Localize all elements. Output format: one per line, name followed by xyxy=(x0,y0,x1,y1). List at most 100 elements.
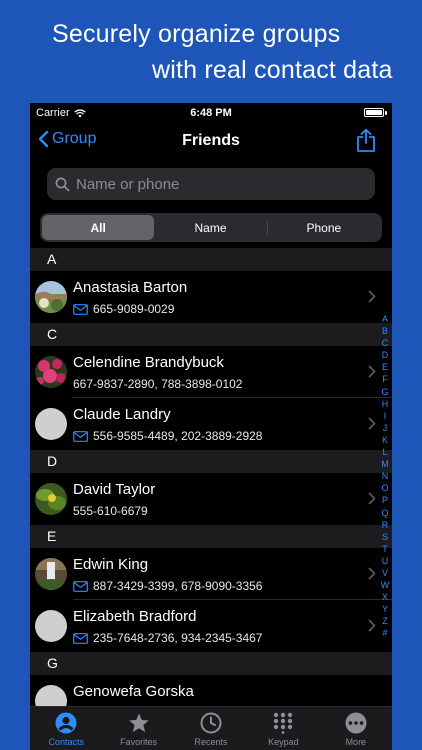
section-header-g: G xyxy=(30,652,392,675)
index-letter[interactable]: Y xyxy=(382,603,388,615)
mail-icon xyxy=(73,580,88,592)
contact-name: Edwin King xyxy=(73,556,149,573)
tab-favorites[interactable]: Favorites xyxy=(102,707,174,750)
tab-recents[interactable]: Recents xyxy=(175,707,247,750)
index-letter[interactable]: A xyxy=(382,313,388,325)
tab-bar: Contacts Favorites Recents Keypad More xyxy=(30,706,392,750)
mail-icon xyxy=(73,430,88,442)
contact-detail: 665-9089-0029 xyxy=(73,302,174,316)
contact-name: Anastasia Barton xyxy=(73,279,188,296)
tab-keypad[interactable]: Keypad xyxy=(247,707,319,750)
chevron-right-icon xyxy=(368,492,376,505)
chevron-right-icon xyxy=(368,290,376,303)
contact-row[interactable]: Elizabeth Bradford 235-7648-2736, 934-23… xyxy=(30,600,392,652)
chevron-right-icon xyxy=(368,619,376,632)
index-letter[interactable]: Q xyxy=(381,507,388,519)
filter-segmented-control: All Name Phone xyxy=(40,213,382,242)
index-letter[interactable]: G xyxy=(381,386,388,398)
index-letter[interactable]: P xyxy=(382,494,388,506)
promo-banner: Securely organize groups with real conta… xyxy=(0,0,422,100)
navigation-bar: Group Friends xyxy=(30,125,392,157)
contact-name: Claude Landry xyxy=(73,406,171,423)
share-button[interactable] xyxy=(356,128,376,157)
segment-all[interactable]: All xyxy=(42,215,155,240)
index-letter[interactable]: R xyxy=(382,519,389,531)
contact-list: A Anastasia Barton 665-9089-0029 C Celen… xyxy=(30,248,392,727)
avatar xyxy=(35,356,67,388)
index-letter[interactable]: X xyxy=(382,591,388,603)
tab-label: More xyxy=(345,737,367,747)
contact-detail: 887-3429-3399, 678-9090-3356 xyxy=(73,579,262,593)
index-letter[interactable]: U xyxy=(382,555,389,567)
keypad-icon xyxy=(274,712,293,734)
avatar xyxy=(35,408,67,440)
chevron-right-icon xyxy=(368,365,376,378)
mail-icon xyxy=(73,303,88,315)
contact-detail: 667-9837-2890, 788-3898-0102 xyxy=(73,377,242,391)
mail-icon xyxy=(73,632,88,644)
more-icon xyxy=(345,712,367,734)
battery-icon xyxy=(364,108,384,117)
tab-label: Favorites xyxy=(120,737,158,747)
index-letter[interactable]: J xyxy=(383,422,388,434)
segment-phone[interactable]: Phone xyxy=(268,215,380,240)
search-icon xyxy=(55,177,70,191)
contact-row[interactable]: Anastasia Barton 665-9089-0029 xyxy=(30,271,392,323)
search-placeholder: Name or phone xyxy=(76,175,180,193)
tab-label: Contacts xyxy=(48,737,84,747)
star-icon xyxy=(128,713,149,732)
index-letter[interactable]: N xyxy=(382,470,389,482)
battery-tip xyxy=(385,111,387,115)
contact-name: Genowefa Gorska xyxy=(73,683,194,700)
index-letter[interactable]: V xyxy=(382,567,388,579)
status-bar: Carrier 6:48 PM xyxy=(30,103,392,123)
section-header-a: A xyxy=(30,248,392,271)
contact-row[interactable]: David Taylor 555-610-6679 xyxy=(30,473,392,525)
index-letter[interactable]: F xyxy=(382,373,388,385)
index-letter[interactable]: W xyxy=(381,579,390,591)
contact-phone: 235-7648-2736, 934-2345-3467 xyxy=(93,631,263,645)
phone-screen: Carrier 6:48 PM Group Friends Name or ph… xyxy=(30,103,392,750)
promo-line-2: with real contact data xyxy=(152,56,393,84)
contact-row[interactable]: Celendine Brandybuck 667-9837-2890, 788-… xyxy=(30,346,392,398)
page-title: Friends xyxy=(182,132,240,149)
contact-detail: 556-9585-4489, 202-3889-2928 xyxy=(73,429,262,443)
index-letter[interactable]: # xyxy=(382,627,387,639)
avatar xyxy=(35,610,67,642)
tab-label: Keypad xyxy=(268,737,299,747)
contact-phone: 556-9585-4489, 202-3889-2928 xyxy=(93,429,263,443)
section-header-c: C xyxy=(30,323,392,346)
index-letter[interactable]: Z xyxy=(382,615,388,627)
section-header-e: E xyxy=(30,525,392,548)
index-letter[interactable]: H xyxy=(382,398,389,410)
tab-label: Recents xyxy=(194,737,228,747)
index-letter[interactable]: M xyxy=(381,458,389,470)
chevron-right-icon xyxy=(368,567,376,580)
contact-name: Celendine Brandybuck xyxy=(73,354,224,371)
index-letter[interactable]: E xyxy=(382,361,388,373)
index-letter[interactable]: T xyxy=(382,543,388,555)
promo-line-1: Securely organize groups xyxy=(52,20,341,48)
alphabet-index[interactable]: A B C D E F G H I J K L M N O P Q R S T U V W X Y Z # xyxy=(380,313,390,640)
index-letter[interactable]: C xyxy=(382,337,389,349)
status-time: 6:48 PM xyxy=(190,107,232,119)
tab-more[interactable]: More xyxy=(320,707,392,750)
segment-name[interactable]: Name xyxy=(154,215,266,240)
contact-detail: 235-7648-2736, 934-2345-3467 xyxy=(73,631,262,645)
contact-phone: 667-9837-2890, 788-3898-0102 xyxy=(73,377,243,391)
index-letter[interactable]: K xyxy=(382,434,388,446)
tab-contacts[interactable]: Contacts xyxy=(30,707,102,750)
index-letter[interactable]: O xyxy=(381,482,388,494)
index-letter[interactable]: L xyxy=(382,446,387,458)
index-letter[interactable]: S xyxy=(382,531,388,543)
contact-row[interactable]: Claude Landry 556-9585-4489, 202-3889-29… xyxy=(30,398,392,450)
avatar xyxy=(35,483,67,515)
contact-name: Elizabeth Bradford xyxy=(73,608,197,625)
index-letter[interactable]: D xyxy=(382,349,389,361)
search-input[interactable]: Name or phone xyxy=(47,168,375,200)
contact-row[interactable]: Edwin King 887-3429-3399, 678-9090-3356 xyxy=(30,548,392,600)
contact-phone: 665-9089-0029 xyxy=(93,302,175,316)
share-icon xyxy=(357,128,375,152)
index-letter[interactable]: I xyxy=(384,410,387,422)
index-letter[interactable]: B xyxy=(382,325,388,337)
